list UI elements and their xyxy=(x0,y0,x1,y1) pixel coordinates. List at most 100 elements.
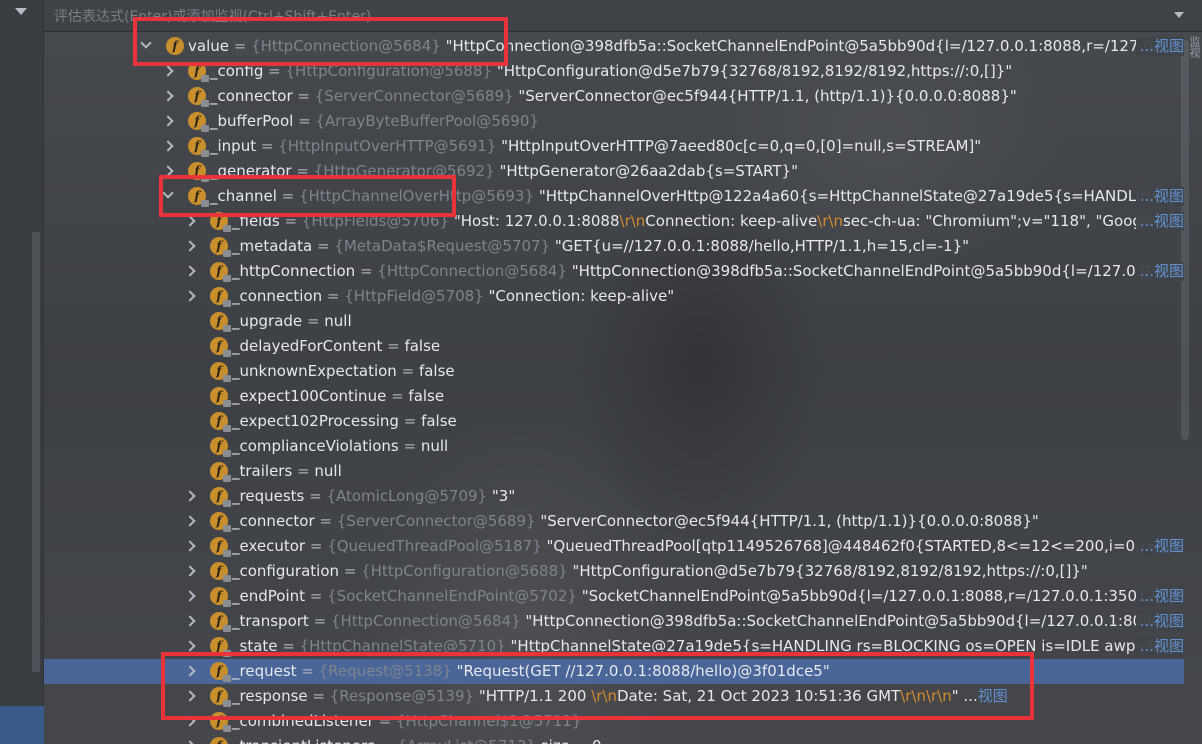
tree-row[interactable]: f _delayedForContent = false xyxy=(44,334,1184,359)
field-value: sec-ch-ua: "Chromium";v="118", "Google C… xyxy=(842,212,1184,230)
tree-row[interactable]: f _combinedListener = {HttpChannel$1@5711… xyxy=(44,709,1184,734)
field-text: _requests = {AtomicLong@5709} "3" xyxy=(232,487,515,506)
field-type: {ServerConnector@5689} xyxy=(336,512,536,530)
collapse-arrow-icon[interactable] xyxy=(184,215,196,227)
history-dropdown-icon[interactable] xyxy=(1174,12,1184,18)
tree-row[interactable]: f _response = {Response@5139} "HTTP/1.1 2… xyxy=(44,684,1184,709)
lock-icon xyxy=(223,300,231,307)
collapse-arrow-icon[interactable] xyxy=(184,565,196,577)
tree-row[interactable]: f _configuration = {HttpConfiguration@568… xyxy=(44,559,1184,584)
tree-row[interactable]: f _endPoint = {SocketChannelEndPoint@5702… xyxy=(44,584,1184,609)
tree-row[interactable]: f _connection = {HttpField@5708} "Connect… xyxy=(44,284,1184,309)
field-value: "SocketChannelEndPoint@5a5bb90d{l=/127.0… xyxy=(581,587,1184,605)
collapse-arrow-icon[interactable] xyxy=(184,715,196,727)
field-type: {HttpConfiguration@5688} xyxy=(361,562,568,580)
tree-row[interactable]: f _expect100Continue = false xyxy=(44,384,1184,409)
collapse-arrow-icon[interactable] xyxy=(184,515,196,527)
view-link[interactable]: ...视图 xyxy=(1135,637,1184,656)
lock-icon xyxy=(223,400,231,407)
tree-row[interactable]: f _request = {Request@5138} "Request(GET … xyxy=(44,659,1184,684)
collapse-arrow-icon[interactable] xyxy=(184,740,196,744)
tree-row[interactable]: f _executor = {QueuedThreadPool@5187} "Qu… xyxy=(44,534,1184,559)
tree-row[interactable]: f _transientListeners = {ArrayList@5712} … xyxy=(44,734,1184,744)
tree-row[interactable]: f _complianceViolations = null xyxy=(44,434,1184,459)
collapse-arrow-icon[interactable] xyxy=(162,165,174,177)
collapse-arrow-icon[interactable] xyxy=(162,140,174,152)
collapse-arrow-icon[interactable] xyxy=(184,615,196,627)
field-name: _delayedForContent xyxy=(232,337,383,355)
collapse-arrow-icon[interactable] xyxy=(162,90,174,102)
field-text: _channel = {HttpChannelOverHttp@5693} "H… xyxy=(210,187,1184,206)
tree-row[interactable]: f _connector = {ServerConnector@5689} "Se… xyxy=(44,84,1184,109)
view-link[interactable]: ...视图 xyxy=(1135,212,1184,231)
collapse-arrow-icon[interactable] xyxy=(162,65,174,77)
lock-icon xyxy=(223,625,231,632)
tree-row[interactable]: f _config = {HttpConfiguration@5688} "Htt… xyxy=(44,59,1184,84)
field-icon: f xyxy=(188,137,209,157)
escape-sequence: \r\n xyxy=(591,687,617,705)
lock-icon xyxy=(201,75,209,82)
tree-row[interactable]: f _httpConnection = {HttpConnection@5684}… xyxy=(44,259,1184,284)
gutter-footer xyxy=(0,706,44,744)
tree-row[interactable]: f _connector = {ServerConnector@5689} "Se… xyxy=(44,509,1184,534)
tree-row[interactable]: f _unknownExpectation = false xyxy=(44,359,1184,384)
tree-row[interactable]: f _metadata = {MetaData$Request@5707} "GE… xyxy=(44,234,1184,259)
tree-row[interactable]: f _state = {HttpChannelState@5710} "HttpC… xyxy=(44,634,1184,659)
collapse-arrow-icon[interactable] xyxy=(184,590,196,602)
tree-row[interactable]: f _fields = {HttpFields@5706} "Host: 127.… xyxy=(44,209,1184,234)
field-icon: f xyxy=(188,187,209,207)
expand-arrow-icon[interactable] xyxy=(140,37,152,49)
equals-sign: = xyxy=(314,512,337,530)
view-link[interactable]: ...视图 xyxy=(1135,187,1184,206)
tree-row[interactable]: f _expect102Processing = false xyxy=(44,409,1184,434)
expand-arrow-icon[interactable] xyxy=(162,187,174,199)
evaluate-expression-bar[interactable]: 评估表达式(Enter)或添加监视(Ctrl+Shift+Enter) xyxy=(44,0,1202,32)
tree-row[interactable]: f _upgrade = null xyxy=(44,309,1184,334)
field-value: "HttpChannelOverHttp@122a4a60{s=HttpChan… xyxy=(538,187,1184,205)
equals-sign: = xyxy=(292,87,315,105)
collapse-arrow-icon[interactable] xyxy=(184,665,196,677)
field-text: _connection = {HttpField@5708} "Connecti… xyxy=(232,287,674,306)
field-value: size = 0 xyxy=(541,737,602,744)
tree-row[interactable]: f _bufferPool = {ArrayByteBufferPool@5690… xyxy=(44,109,1184,134)
chevron-down-icon[interactable] xyxy=(15,8,27,15)
field-icon: f xyxy=(210,287,231,307)
view-link[interactable]: ...视图 xyxy=(1135,612,1184,631)
collapse-arrow-icon[interactable] xyxy=(184,265,196,277)
evaluate-expression-input[interactable]: 评估表达式(Enter)或添加监视(Ctrl+Shift+Enter) xyxy=(54,6,371,26)
collapse-arrow-icon[interactable] xyxy=(184,240,196,252)
view-link[interactable]: ...视图 xyxy=(1135,262,1184,281)
field-icon: f xyxy=(210,512,231,532)
field-name: _connector xyxy=(232,512,315,530)
equals-sign: = xyxy=(305,587,328,605)
lock-icon xyxy=(223,700,231,707)
field-value: false xyxy=(418,362,455,380)
field-icon: f xyxy=(210,362,231,382)
collapse-arrow-icon[interactable] xyxy=(184,640,196,652)
tree-row[interactable]: f _trailers = null xyxy=(44,459,1184,484)
collapse-arrow-icon[interactable] xyxy=(184,490,196,502)
watch-side-tab[interactable]: 监视 xyxy=(1188,36,1202,96)
collapse-arrow-icon[interactable] xyxy=(184,290,196,302)
field-name: _endPoint xyxy=(232,587,306,605)
view-link[interactable]: ...视图 xyxy=(1135,587,1184,606)
field-name: _unknownExpectation xyxy=(232,362,397,380)
tree-row[interactable]: f _input = {HttpInputOverHTTP@5691} "Http… xyxy=(44,134,1184,159)
escape-sequence: \r\n\r\n xyxy=(900,687,952,705)
field-type: {HttpConfiguration@5688} xyxy=(285,62,493,80)
view-link[interactable]: 视图 xyxy=(978,687,1008,705)
tree-row[interactable]: f value = {HttpConnection@5684} "HttpConn… xyxy=(44,34,1184,59)
tree-row[interactable]: f _channel = {HttpChannelOverHttp@5693} "… xyxy=(44,184,1184,209)
lock-icon xyxy=(223,375,231,382)
view-link[interactable]: ...视图 xyxy=(1135,537,1184,556)
collapse-arrow-icon[interactable] xyxy=(184,540,196,552)
tree-row[interactable]: f _generator = {HttpGenerator@5692} "Http… xyxy=(44,159,1184,184)
lock-icon xyxy=(201,100,209,107)
tree-row[interactable]: f _transport = {HttpConnection@5684} "Htt… xyxy=(44,609,1184,634)
collapse-arrow-icon[interactable] xyxy=(184,690,196,702)
tree-row[interactable]: f _requests = {AtomicLong@5709} "3" xyxy=(44,484,1184,509)
field-text: _request = {Request@5138} "Request(GET /… xyxy=(232,662,830,681)
view-link[interactable]: ...视图 xyxy=(1135,37,1184,56)
field-icon: f xyxy=(210,387,231,407)
collapse-arrow-icon[interactable] xyxy=(162,115,174,127)
